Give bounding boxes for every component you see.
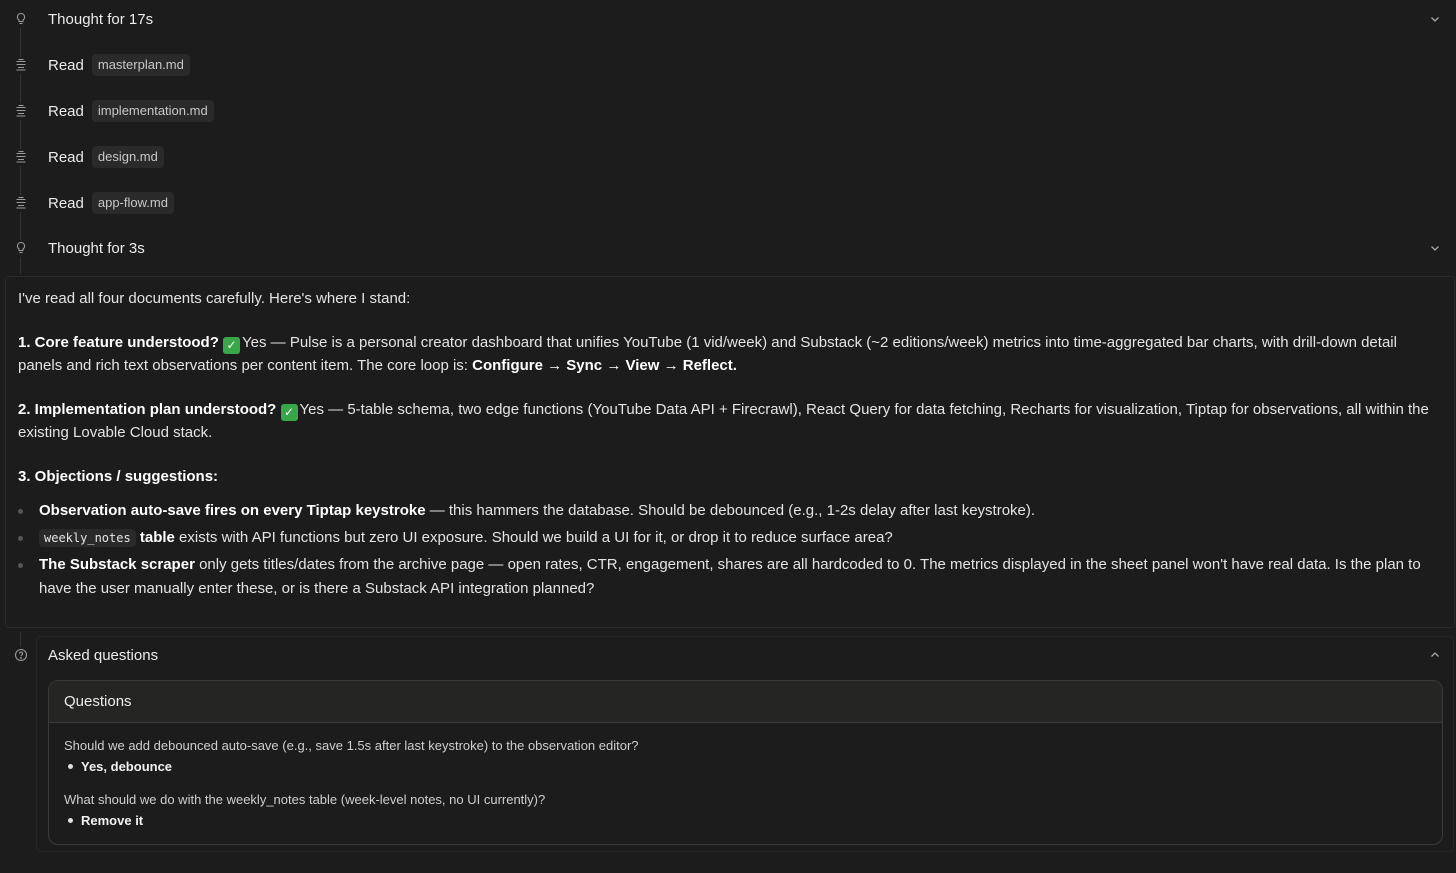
thought-row-3s[interactable]: Thought for 3s — [0, 233, 1456, 263]
file-icon — [12, 148, 29, 166]
bullet-bold: table — [139, 528, 175, 546]
bullet-text: — this hammers the database. Should be d… — [425, 502, 1036, 519]
list-item: The Substack scraper only gets titles/da… — [18, 553, 1442, 600]
section-implementation-plan: 2. Implementation plan understood? ✓ Yes … — [18, 398, 1442, 445]
read-label: Read design.md — [48, 146, 164, 168]
read-label: Read masterplan.md — [48, 54, 190, 76]
chevron-up-icon[interactable] — [1428, 648, 1442, 662]
read-row-implementation[interactable]: Read implementation.md — [0, 96, 1456, 126]
bullet-text: exists with API functions but zero UI ex… — [174, 528, 893, 546]
assistant-message: I've read all four documents carefully. … — [5, 276, 1455, 628]
read-label: Read implementation.md — [48, 100, 214, 122]
file-chip[interactable]: implementation.md — [91, 100, 214, 122]
inline-code: weekly_notes — [39, 528, 136, 547]
file-chip[interactable]: masterplan.md — [91, 54, 190, 76]
list-item: Observation auto-save fires on every Tip… — [18, 499, 1442, 523]
file-chip[interactable]: app-flow.md — [91, 192, 174, 214]
question-text: Should we add debounced auto-save (e.g.,… — [64, 738, 639, 753]
objections-list: Observation auto-save fires on every Tip… — [18, 499, 1442, 600]
section-title: 1. Core feature understood? — [18, 333, 219, 351]
read-verb: Read — [48, 148, 84, 166]
question-text: What should we do with the weekly_notes … — [64, 792, 546, 807]
questions-panel-title: Questions — [49, 681, 1442, 723]
questions-list: Should we add debounced auto-save (e.g.,… — [49, 723, 1442, 829]
bullet-bold: Observation auto-save fires on every Tip… — [39, 502, 426, 519]
section-title: 2. Implementation plan understood? — [18, 400, 277, 418]
read-verb: Read — [48, 194, 84, 212]
thought-label: Thought for 17s — [48, 10, 154, 28]
chevron-down-icon[interactable] — [1428, 241, 1442, 255]
asked-questions-label: Asked questions — [48, 646, 159, 664]
list-item: weekly_notes table exists with API funct… — [18, 526, 1442, 551]
check-mark-icon: ✓ — [223, 336, 241, 354]
section-title: 3. Objections / suggestions: — [18, 467, 219, 485]
file-chip[interactable]: design.md — [91, 146, 164, 168]
section-objections: 3. Objections / suggestions: — [18, 465, 1442, 489]
asked-questions-row[interactable]: Asked questions — [0, 640, 1456, 670]
thought-label: Thought for 3s — [48, 239, 145, 257]
lightbulb-icon — [12, 239, 29, 257]
core-loop: Configure → Sync → View → Reflect. — [472, 357, 737, 374]
answer-text: Yes, debounce — [64, 758, 1427, 775]
file-icon — [12, 194, 29, 212]
file-icon — [12, 56, 29, 74]
bullet-text: only gets titles/dates from the archive … — [39, 556, 1421, 597]
read-row-app-flow[interactable]: Read app-flow.md — [0, 188, 1456, 218]
check-mark-icon: ✓ — [280, 403, 298, 421]
read-verb: Read — [48, 102, 84, 120]
answer-text: Remove it — [64, 812, 1427, 829]
bullet-bold: The Substack scraper — [39, 556, 195, 573]
read-verb: Read — [48, 56, 84, 74]
lightbulb-icon — [12, 10, 29, 28]
questions-panel: Questions Should we add debounced auto-s… — [48, 680, 1443, 845]
chevron-down-icon[interactable] — [1428, 12, 1442, 26]
section-core-feature: 1. Core feature understood? ✓ Yes — Pulse… — [18, 331, 1442, 378]
question-circle-icon — [12, 646, 29, 664]
message-intro: I've read all four documents carefully. … — [18, 290, 411, 307]
read-row-design[interactable]: Read design.md — [0, 142, 1456, 172]
thought-row-17s[interactable]: Thought for 17s — [0, 4, 1456, 34]
read-label: Read app-flow.md — [48, 192, 174, 214]
read-row-masterplan[interactable]: Read masterplan.md — [0, 50, 1456, 80]
file-icon — [12, 102, 29, 120]
